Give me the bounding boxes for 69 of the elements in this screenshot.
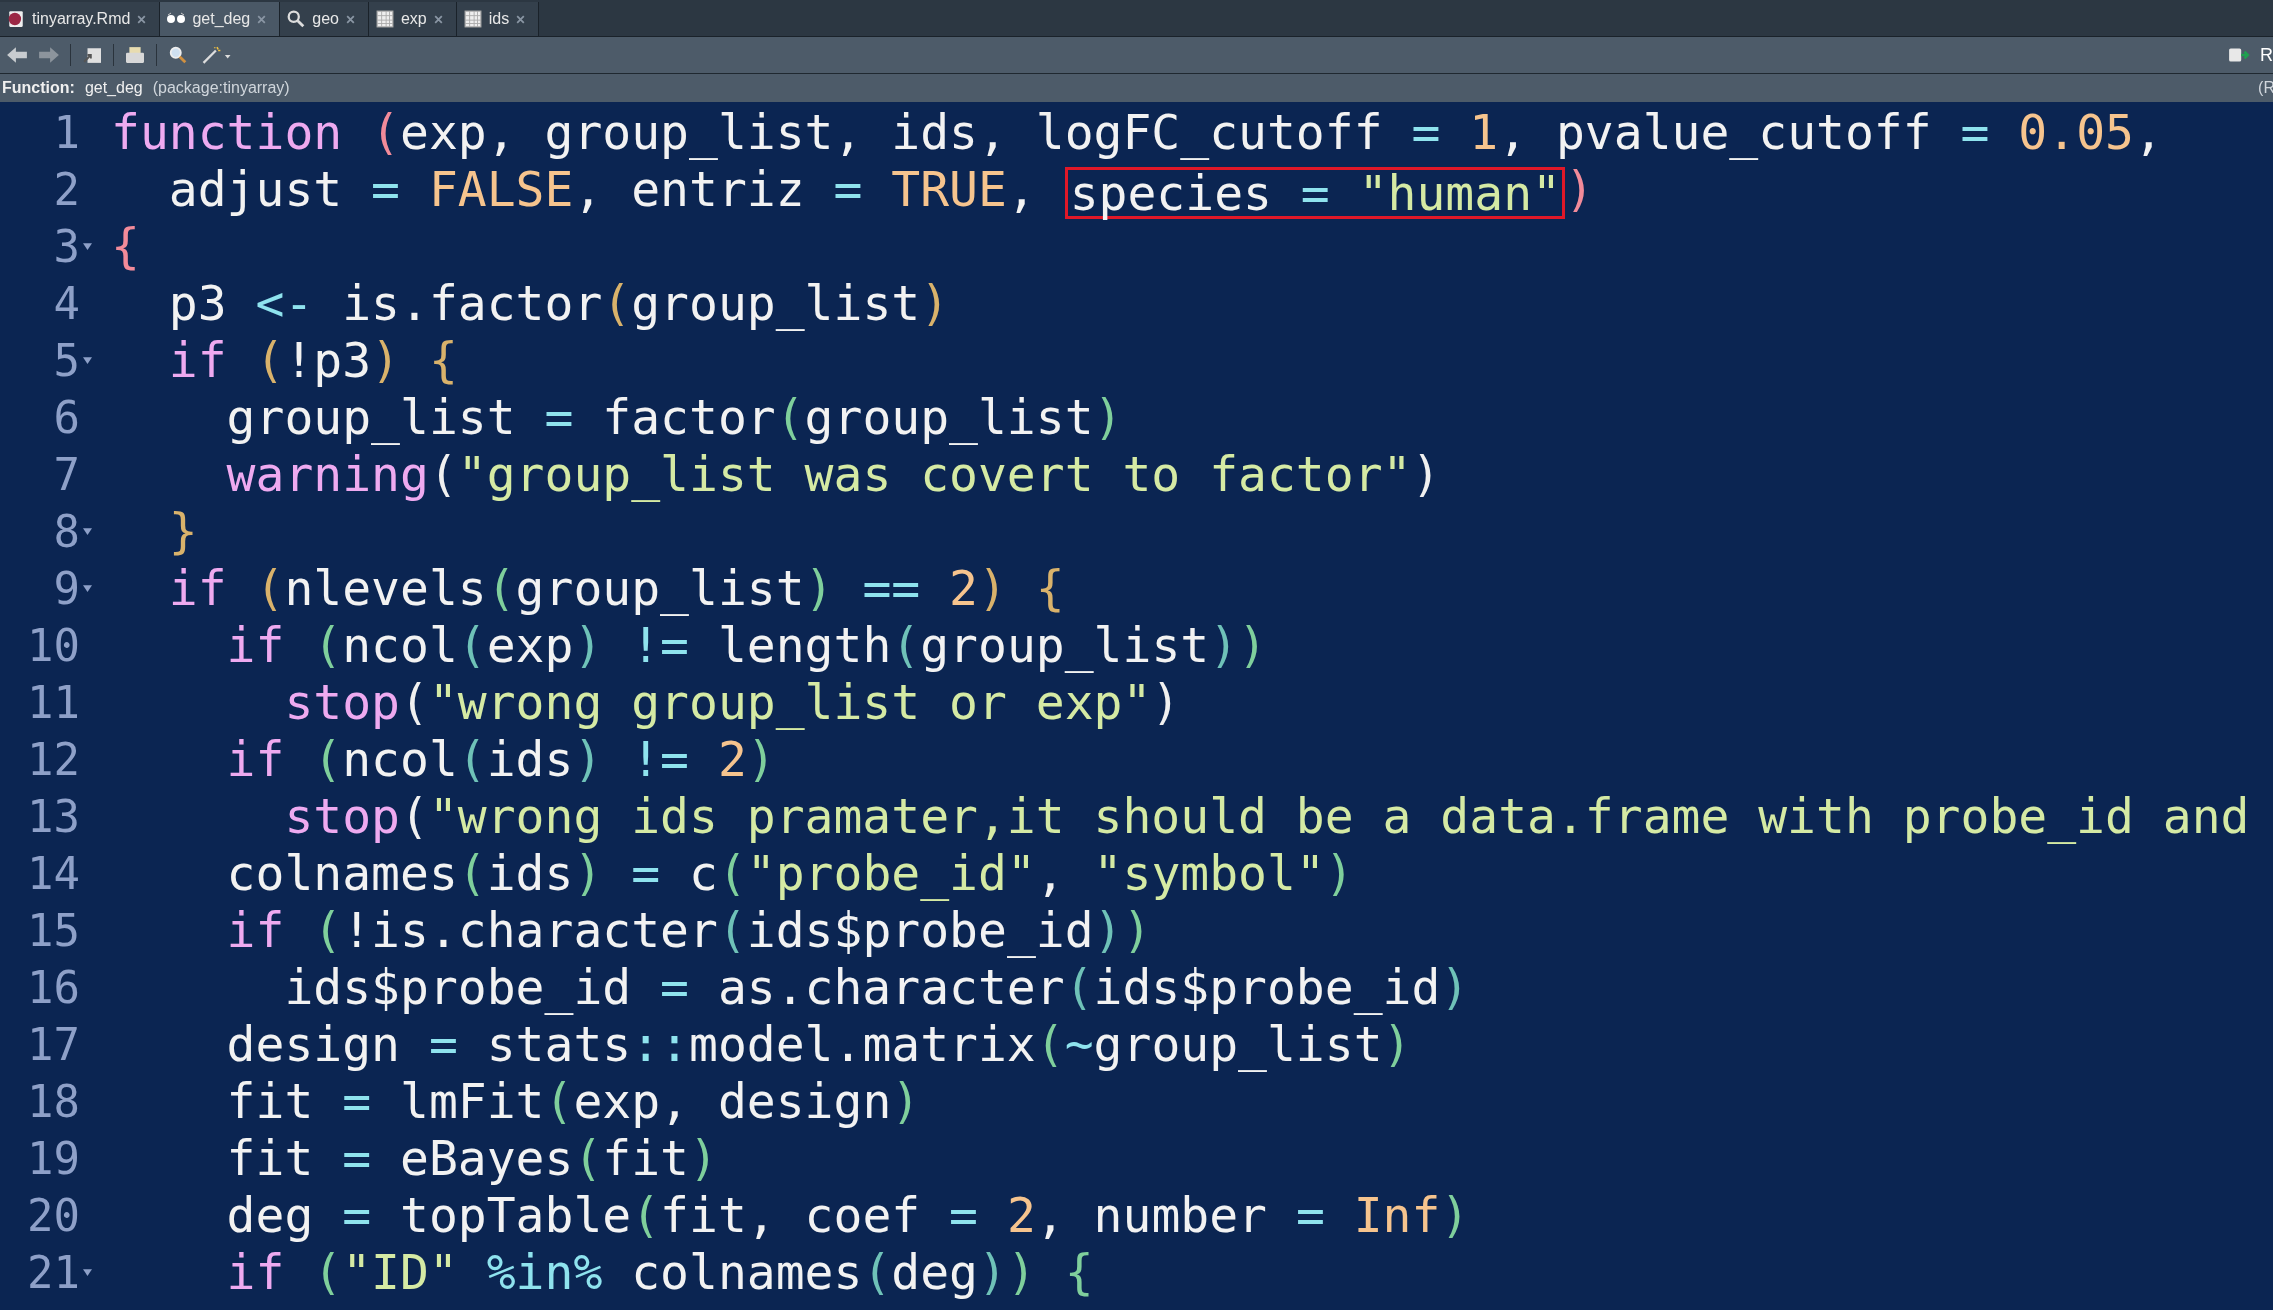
line-number: 20 [26, 1190, 80, 1241]
code-line: p3 <- is.factor(group_list) [167, 275, 950, 332]
close-icon[interactable] [515, 13, 527, 25]
code-line: adjust = FALSE, entriz = TRUE, species = "human") [167, 161, 1594, 218]
function-label: Function: [2, 79, 75, 97]
line-number: 1 [52, 107, 80, 158]
line-number: 6 [52, 392, 80, 443]
code-line: function (exp, group_list, ids, logFC_cutoff = 1, pvalue_cutoff = 0.05, [111, 104, 2163, 161]
run-label: R [2260, 44, 2273, 66]
code-line: { [111, 218, 140, 275]
line-number: 4 [52, 278, 80, 329]
code-line: if (ncol(exp) != length(group_list)) [225, 617, 1267, 674]
fold-icon[interactable] [83, 1269, 92, 1276]
line-number: 12 [26, 734, 80, 785]
close-icon[interactable] [136, 13, 148, 25]
code-line: group_list = factor(group_list) [225, 389, 1123, 446]
code-line: deg = topTable(fit, coef = 2, number = Inf) [225, 1187, 1470, 1244]
fold-icon[interactable] [83, 585, 92, 592]
close-icon[interactable] [432, 13, 444, 25]
line-number: 18 [26, 1076, 80, 1127]
search-icon [286, 10, 307, 28]
file-tab[interactable]: get_deg [160, 2, 281, 36]
line-number: 7 [52, 449, 80, 500]
popout-icon[interactable] [81, 46, 103, 64]
code-line: stop("wrong group_list or exp") [283, 674, 1181, 731]
line-number: 2 [52, 164, 80, 215]
code-line: if (!is.character(ids$probe_id)) [225, 902, 1152, 959]
line-number: 10 [26, 620, 80, 671]
code-line: if ("ID" %in% colnames(deg)) { [225, 1244, 1094, 1301]
table-icon [374, 10, 395, 28]
file-tab[interactable]: geo [280, 2, 369, 36]
file-tab[interactable]: exp [368, 2, 457, 36]
line-number: 13 [26, 791, 80, 842]
file-tab[interactable]: tinyarray.Rmd [0, 2, 161, 36]
code-line: if (!p3) { [167, 332, 458, 389]
back-arrow-icon[interactable] [6, 46, 28, 64]
line-number: 17 [26, 1019, 80, 1070]
package-name: (package:tinyarray) [152, 79, 290, 97]
code-line: if (ncol(ids) != 2) [225, 731, 776, 788]
line-number: 5 [52, 335, 80, 386]
close-icon[interactable] [344, 13, 356, 25]
file-tab[interactable]: ids [456, 2, 540, 36]
line-number: 16 [26, 962, 80, 1013]
table-icon [462, 10, 483, 28]
line-number: 21 [26, 1247, 80, 1298]
fold-icon[interactable] [83, 357, 92, 364]
code-line: colnames(ids) = c("probe_id", "symbol") [225, 845, 1354, 902]
document-icon [6, 10, 26, 28]
line-number: 9 [52, 563, 80, 614]
code-line: warning("group_list was covert to factor") [225, 446, 1441, 503]
fold-icon[interactable] [83, 528, 92, 535]
line-number: 11 [26, 677, 80, 728]
code-line: ids$probe_id = as.character(ids$probe_id) [283, 959, 1470, 1016]
code-line: design = stats::model.matrix(~group_list) [225, 1016, 1412, 1073]
function-name: get_deg [84, 79, 143, 97]
fold-icon[interactable] [83, 243, 92, 250]
print-icon[interactable] [124, 46, 146, 64]
line-number: 8 [52, 506, 80, 557]
line-number: 3 [52, 221, 80, 272]
line-number: 14 [26, 848, 80, 899]
code-line: fit = eBayes(fit) [225, 1130, 718, 1187]
line-number: 19 [26, 1133, 80, 1184]
run-icon[interactable] [2228, 46, 2250, 64]
code-line: if (nlevels(group_list) == 2) { [167, 560, 1065, 617]
code-line: fit = lmFit(exp, design) [225, 1073, 921, 1130]
code-line: } [167, 503, 198, 560]
search-icon[interactable] [167, 46, 189, 64]
line-number: 15 [26, 905, 80, 956]
code-line: stop("wrong ids pramater,it should be a data.frame with probe_id and [283, 788, 2250, 845]
